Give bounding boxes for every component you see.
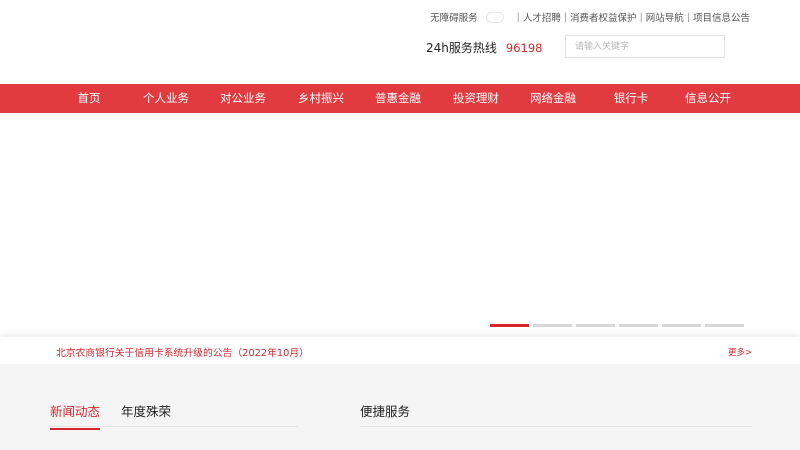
divider: |	[563, 11, 568, 23]
main-nav: 首页 个人业务 对公业务 乡村振兴 普惠金融 投资理财 网络金融 银行卡 信息公…	[0, 84, 800, 113]
nav-inclusive-finance[interactable]: 普惠金融	[375, 84, 421, 113]
more-link[interactable]: 更多>	[728, 346, 752, 358]
service-hotline: 24h服务热线 96198	[426, 39, 542, 56]
divider: |	[686, 11, 690, 23]
nav-corporate-banking[interactable]: 对公业务	[220, 84, 266, 113]
carousel-dot[interactable]	[490, 324, 529, 327]
carousel-indicators	[490, 324, 744, 327]
content-section: 新闻动态 年度殊荣 便捷服务	[0, 364, 800, 450]
link-project-announcements[interactable]: 项目信息公告	[693, 10, 750, 24]
notice-bar: 北京农商银行关于信用卡系统升级的公告（2022年10月） 更多>	[0, 337, 800, 364]
carousel-dot[interactable]	[533, 324, 572, 327]
divider: |	[516, 11, 520, 23]
tab-news[interactable]: 新闻动态	[50, 401, 101, 430]
carousel-dot[interactable]	[662, 324, 701, 327]
nav-bank-cards[interactable]: 银行卡	[614, 84, 649, 113]
link-consumer-protection[interactable]: 消费者权益保护	[570, 10, 637, 24]
accessibility-label: 无障碍服务	[430, 13, 478, 24]
hotline-number: 96198	[505, 41, 543, 55]
news-tabs: 新闻动态 年度殊荣	[50, 401, 298, 430]
tab-annual-honors[interactable]: 年度殊荣	[121, 401, 171, 428]
nav-wealth-management[interactable]: 投资理财	[453, 84, 499, 113]
banner-carousel[interactable]	[0, 113, 800, 337]
carousel-dot[interactable]	[705, 324, 744, 327]
nav-rural-revitalization[interactable]: 乡村振兴	[298, 84, 344, 113]
services-heading: 便捷服务	[360, 404, 411, 419]
hotline-label: 24h服务热线	[426, 41, 497, 55]
accessibility-toggle[interactable]	[485, 11, 504, 23]
convenient-services-title: 便捷服务	[360, 401, 752, 427]
utility-bar: 无障碍服务 | 人才招聘 | 消费者权益保护 | 网站导航 | 项目信息公告	[430, 9, 750, 25]
carousel-dot[interactable]	[619, 324, 658, 327]
nav-information-disclosure[interactable]: 信息公开	[685, 84, 731, 113]
divider: |	[639, 11, 643, 23]
carousel-dot[interactable]	[576, 324, 615, 327]
search-input[interactable]	[565, 35, 725, 58]
link-recruitment[interactable]: 人才招聘	[523, 10, 561, 24]
notice-link[interactable]: 北京农商银行关于信用卡系统升级的公告（2022年10月）	[56, 345, 309, 359]
link-site-map[interactable]: 网站导航	[646, 10, 684, 24]
nav-home[interactable]: 首页	[78, 84, 101, 113]
nav-personal-banking[interactable]: 个人业务	[143, 84, 189, 113]
nav-online-banking[interactable]: 网络金融	[530, 84, 576, 113]
